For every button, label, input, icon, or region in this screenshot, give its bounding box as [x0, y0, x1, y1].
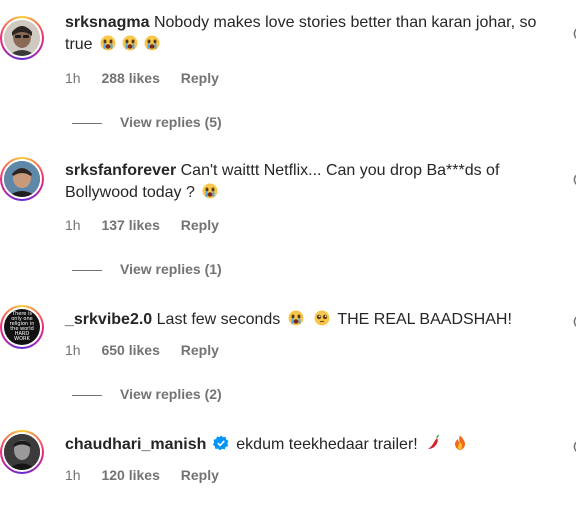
- avatar[interactable]: [0, 16, 44, 60]
- comment-time: 1h: [65, 342, 81, 358]
- crying-face-icon: [144, 35, 160, 51]
- avatar-text: There is only one religion in the world …: [9, 311, 35, 342]
- avatar-photo: [4, 161, 40, 197]
- crying-face-icon: [288, 310, 304, 326]
- avatar-photo: [4, 20, 40, 56]
- comment-time: 1h: [65, 217, 81, 233]
- comment-username[interactable]: _srkvibe2.0: [65, 311, 152, 328]
- view-replies-label: View replies (1): [120, 261, 222, 277]
- avatar-photo: [4, 434, 40, 470]
- comment-username[interactable]: srksfanforever: [65, 162, 176, 179]
- view-replies-button[interactable]: View replies (5): [72, 113, 222, 131]
- reply-button[interactable]: Reply: [181, 342, 219, 358]
- comment-time: 1h: [65, 70, 81, 86]
- comment-time: 1h: [65, 467, 81, 483]
- comment-username[interactable]: chaudhari_manish: [65, 436, 206, 453]
- comment-likes[interactable]: 288 likes: [101, 70, 159, 86]
- divider-line: [72, 122, 102, 124]
- reply-button[interactable]: Reply: [181, 70, 219, 86]
- crying-face-icon: [202, 183, 218, 199]
- avatar[interactable]: [0, 157, 44, 201]
- comment-text: Last few seconds: [156, 311, 281, 328]
- crying-face-icon: [100, 35, 116, 51]
- divider-line: [72, 394, 102, 396]
- comment-text-after: THE REAL BAADSHAH!: [337, 311, 512, 328]
- comment-likes[interactable]: 137 likes: [101, 217, 159, 233]
- comment-username[interactable]: srksnagma: [65, 14, 150, 31]
- view-replies-button[interactable]: View replies (2): [72, 385, 222, 403]
- heart-icon[interactable]: [572, 316, 576, 328]
- crying-face-icon: [122, 35, 138, 51]
- divider-line: [72, 269, 102, 271]
- view-replies-label: View replies (2): [120, 386, 222, 402]
- heart-icon[interactable]: [572, 441, 576, 453]
- reply-button[interactable]: Reply: [181, 467, 219, 483]
- fire-icon: [454, 435, 465, 451]
- view-replies-label: View replies (5): [120, 114, 222, 130]
- comment-text: ekdum teekhedaar trailer!: [236, 436, 418, 453]
- heart-icon[interactable]: [572, 28, 576, 40]
- reply-button[interactable]: Reply: [181, 217, 219, 233]
- pleading-face-icon: [314, 310, 330, 326]
- avatar[interactable]: [0, 430, 44, 474]
- hot-pepper-icon: [428, 435, 440, 449]
- heart-icon[interactable]: [572, 174, 576, 186]
- comment-likes[interactable]: 120 likes: [101, 467, 159, 483]
- view-replies-button[interactable]: View replies (1): [72, 260, 222, 278]
- verified-badge-icon: [212, 435, 229, 451]
- comment-likes[interactable]: 650 likes: [101, 342, 159, 358]
- avatar[interactable]: There is only one religion in the world …: [0, 305, 44, 349]
